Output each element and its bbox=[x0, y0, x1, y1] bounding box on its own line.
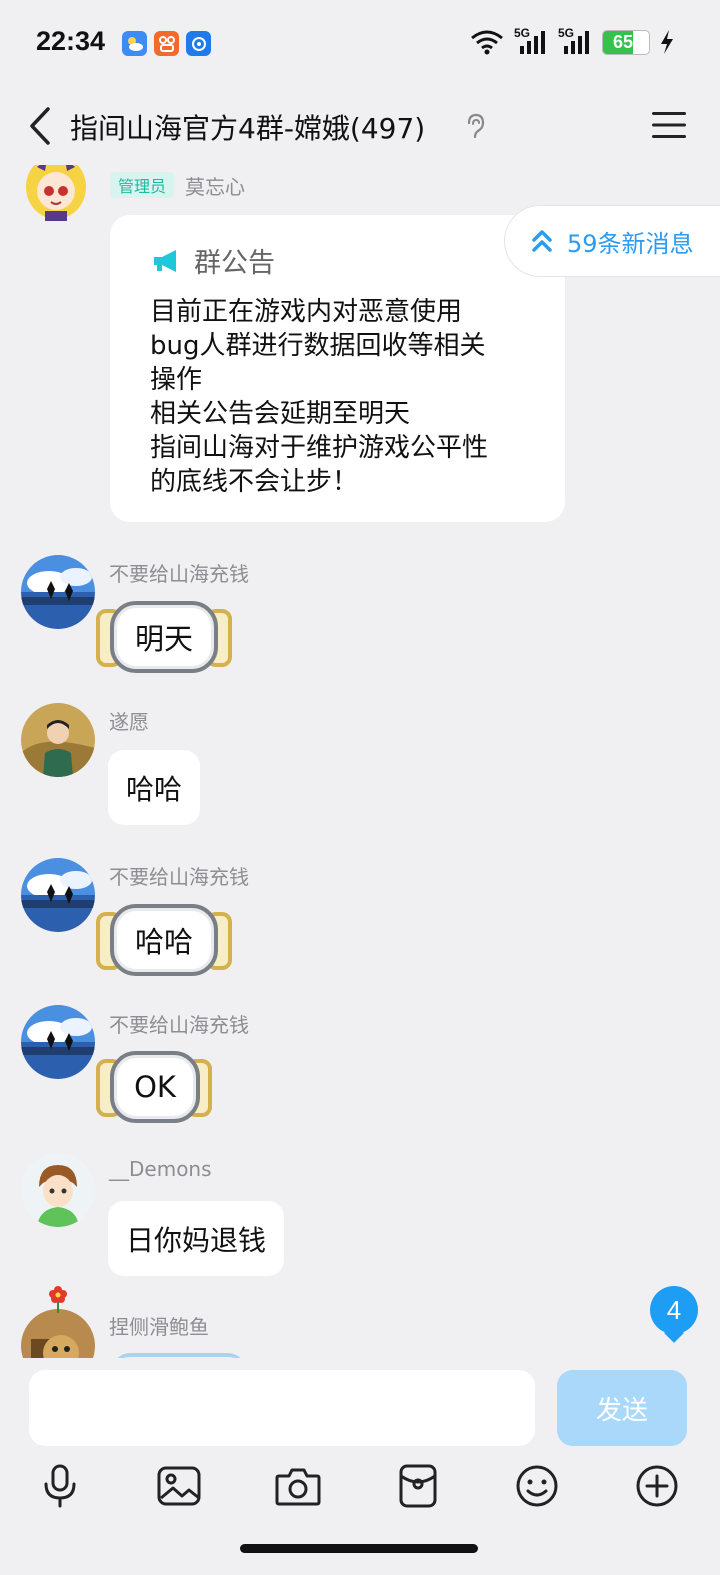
sticker-message[interactable]: 明天 bbox=[96, 601, 236, 673]
new-messages-button[interactable]: 59条新消息 bbox=[504, 205, 720, 277]
ear-icon[interactable] bbox=[464, 112, 486, 140]
avatar[interactable] bbox=[21, 858, 95, 932]
message-bubble[interactable]: 哈哈 bbox=[108, 750, 201, 825]
more-button[interactable] bbox=[633, 1462, 681, 1510]
message-text: 日你妈退钱 bbox=[126, 1223, 267, 1257]
announcement-line: 的底线不会让步！ bbox=[150, 467, 359, 497]
status-bar: 22:34 5G 5G 65 bbox=[0, 0, 720, 90]
group-announcement-card[interactable]: 群公告 目前正在游戏内对恶意使用 bug人群进行数据回收等相关 操作 相关公告会… bbox=[110, 215, 565, 522]
system-icons: 5G 5G 65 bbox=[470, 26, 674, 56]
sender-name[interactable]: 捏侧滑鲍鱼 bbox=[109, 1311, 209, 1340]
smiley-icon bbox=[516, 1465, 558, 1507]
image-icon bbox=[157, 1466, 201, 1506]
avatar[interactable] bbox=[21, 1005, 95, 1079]
pinwheel-app-icon bbox=[186, 31, 211, 56]
clock: 22:34 bbox=[36, 26, 106, 56]
sticker-message[interactable]: OK bbox=[96, 1051, 216, 1123]
sticker-text: 明天 bbox=[110, 601, 218, 673]
chat-title[interactable]: 指间山海官方4群-嫦娥(497) bbox=[70, 107, 425, 147]
input-panel: 发送 bbox=[0, 1358, 720, 1575]
send-button[interactable]: 发送 bbox=[557, 1370, 687, 1446]
megaphone-icon bbox=[154, 249, 176, 272]
announcement-header: 群公告 bbox=[152, 241, 275, 280]
sender-name[interactable]: __Demons bbox=[109, 1157, 212, 1181]
avatar[interactable] bbox=[21, 555, 95, 629]
message-input[interactable] bbox=[29, 1370, 535, 1446]
emoji-button[interactable] bbox=[513, 1462, 561, 1510]
chat-header: 指间山海官方4群-嫦娥(497) bbox=[0, 90, 720, 165]
sender-name[interactable]: 遂愿 bbox=[109, 706, 149, 735]
avatar[interactable] bbox=[17, 165, 95, 225]
sender-name[interactable]: 不要给山海充钱 bbox=[109, 861, 249, 890]
charging-icon bbox=[661, 30, 673, 54]
announcement-line: 目前正在游戏内对恶意使用 bbox=[150, 297, 463, 327]
message-bubble[interactable]: 日你妈退钱 bbox=[108, 1201, 285, 1276]
battery-percent: 65 bbox=[612, 31, 634, 52]
app-notification-icon bbox=[154, 31, 179, 56]
new-messages-label: 59条新消息 bbox=[567, 229, 694, 258]
admin-badge: 管理员 bbox=[110, 172, 175, 198]
back-button[interactable] bbox=[22, 104, 58, 148]
announcement-body: 目前正在游戏内对恶意使用 bug人群进行数据回收等相关 操作 相关公告会延期至明… bbox=[150, 295, 545, 499]
double-chevron-up-icon bbox=[532, 230, 552, 252]
announcement-line: 相关公告会延期至明天 bbox=[150, 399, 411, 429]
plus-circle-icon bbox=[636, 1465, 678, 1507]
cellular-signal-icon: 5G bbox=[514, 26, 548, 56]
red-packet-button[interactable] bbox=[394, 1462, 442, 1510]
cellular-signal-icon-2: 5G bbox=[558, 26, 592, 56]
camera-button[interactable] bbox=[274, 1462, 322, 1510]
weather-icon bbox=[122, 31, 147, 56]
sticker-text: OK bbox=[110, 1051, 200, 1123]
announcement-line: 指间山海对于维护游戏公平性 bbox=[150, 433, 489, 463]
home-indicator[interactable] bbox=[240, 1544, 478, 1553]
sender-name[interactable]: 不要给山海充钱 bbox=[109, 558, 249, 587]
avatar[interactable] bbox=[21, 703, 95, 777]
avatar[interactable] bbox=[21, 1153, 95, 1227]
announcement-line: bug人群进行数据回收等相关 bbox=[150, 331, 486, 361]
unread-count-badge[interactable]: 4 bbox=[650, 1286, 698, 1334]
microphone-icon bbox=[44, 1464, 76, 1508]
sticker-text: 哈哈 bbox=[110, 904, 218, 976]
message-text: 哈哈 bbox=[126, 772, 183, 806]
sticker-message[interactable]: 哈哈 bbox=[96, 904, 236, 976]
voice-button[interactable] bbox=[36, 1462, 84, 1510]
chevron-left-icon bbox=[30, 107, 50, 145]
sender-name[interactable]: 莫忘心 bbox=[185, 171, 245, 200]
menu-icon[interactable] bbox=[652, 110, 686, 140]
flower-icon bbox=[49, 1286, 67, 1313]
announcement-title: 群公告 bbox=[194, 248, 275, 279]
avatar[interactable] bbox=[21, 1309, 95, 1360]
announcement-line: 操作 bbox=[150, 365, 203, 395]
message-list[interactable]: 管理员 莫忘心 群公告 目前正在游戏内对恶意使用 bug人群进行数据回收等相关 … bbox=[0, 165, 720, 1360]
battery-icon: 65 bbox=[602, 29, 650, 55]
image-button[interactable] bbox=[155, 1462, 203, 1510]
red-packet-icon bbox=[399, 1464, 437, 1508]
wifi-icon bbox=[471, 30, 503, 55]
camera-icon bbox=[275, 1468, 321, 1506]
sender-name[interactable]: 不要给山海充钱 bbox=[109, 1009, 249, 1038]
